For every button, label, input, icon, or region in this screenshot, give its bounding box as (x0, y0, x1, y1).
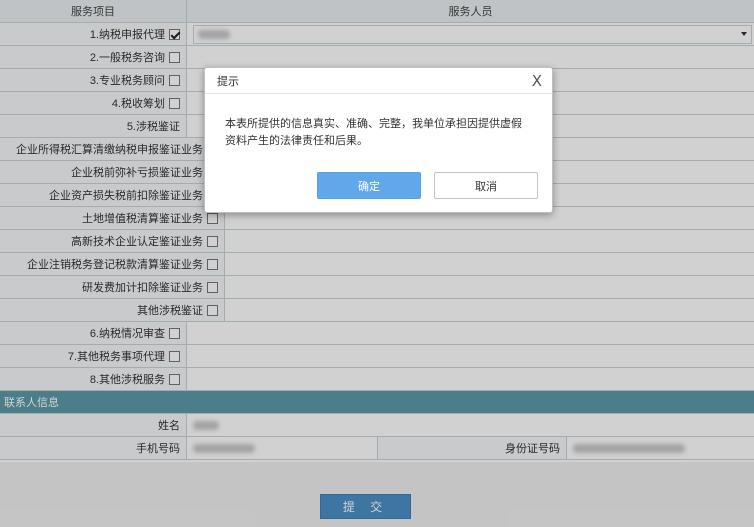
dialog-title: 提示 (217, 75, 239, 88)
cancel-button[interactable]: 取消 (434, 172, 538, 199)
confirm-button[interactable]: 确定 (317, 172, 421, 199)
close-icon[interactable]: X (532, 72, 542, 90)
dialog-message: 本表所提供的信息真实、准确、完整，我单位承担因提供虚假资料产生的法律责任和后果。 (225, 118, 522, 147)
confirm-dialog: 提示 X 本表所提供的信息真实、准确、完整，我单位承担因提供虚假资料产生的法律责… (204, 67, 553, 213)
dialog-header: 提示 X (205, 68, 552, 94)
dialog-buttons: 确定 取消 (205, 172, 552, 200)
